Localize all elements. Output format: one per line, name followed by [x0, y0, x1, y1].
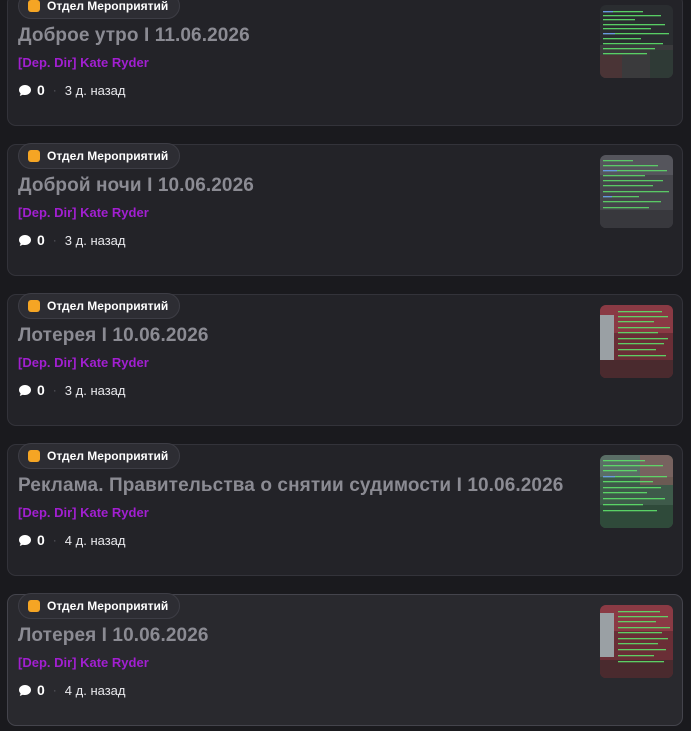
category-label: Отдел Мероприятий	[47, 299, 169, 313]
meta-separator: ·	[52, 383, 57, 397]
post-thumbnail[interactable]	[600, 305, 673, 378]
meta-separator: ·	[52, 683, 57, 697]
category-icon	[28, 150, 40, 162]
meta-separator: ·	[52, 233, 57, 247]
category-icon	[28, 600, 40, 612]
comment-bubble-icon	[19, 384, 31, 396]
post-thumbnail[interactable]	[600, 5, 673, 78]
post-title[interactable]: Лотерея I 10.06.2026	[18, 325, 209, 347]
post-title[interactable]: Доброе утро I 11.06.2026	[18, 25, 250, 47]
post-author[interactable]: [Dep. Dir] Kate Ryder	[18, 355, 149, 370]
category-icon	[28, 450, 40, 462]
post-meta: 0 · 3 д. назад	[18, 382, 126, 398]
post-card[interactable]: Отдел Мероприятий Доброй ночи I 10.06.20…	[7, 143, 683, 276]
category-tag[interactable]: Отдел Мероприятий	[18, 143, 181, 169]
comment-count: 0	[37, 532, 45, 548]
post-time: 3 д. назад	[64, 382, 126, 398]
post-title[interactable]: Доброй ночи I 10.06.2026	[18, 175, 254, 197]
category-tag[interactable]: Отдел Мероприятий	[18, 443, 181, 469]
post-author[interactable]: [Dep. Dir] Kate Ryder	[18, 205, 149, 220]
post-card[interactable]: Отдел Мероприятий Лотерея I 10.06.2026 […	[7, 293, 683, 426]
comment-bubble-icon	[19, 684, 31, 696]
category-label: Отдел Мероприятий	[47, 449, 169, 463]
comment-count: 0	[37, 382, 45, 398]
post-card[interactable]: Отдел Мероприятий Лотерея I 10.06.2026 […	[7, 593, 683, 726]
post-meta: 0 · 3 д. назад	[18, 232, 126, 248]
category-label: Отдел Мероприятий	[47, 149, 169, 163]
category-icon	[28, 300, 40, 312]
category-tag[interactable]: Отдел Мероприятий	[18, 0, 181, 19]
post-author[interactable]: [Dep. Dir] Kate Ryder	[18, 55, 149, 70]
post-meta: 0 · 4 д. назад	[18, 682, 126, 698]
meta-separator: ·	[52, 83, 57, 97]
category-label: Отдел Мероприятий	[47, 599, 169, 613]
comment-bubble-icon	[19, 534, 31, 546]
post-card[interactable]: Отдел Мероприятий Реклама. Правительства…	[7, 443, 683, 576]
post-author[interactable]: [Dep. Dir] Kate Ryder	[18, 655, 149, 670]
post-author[interactable]: [Dep. Dir] Kate Ryder	[18, 505, 149, 520]
post-time: 4 д. назад	[64, 532, 126, 548]
category-label: Отдел Мероприятий	[47, 0, 169, 13]
post-meta: 0 · 4 д. назад	[18, 532, 126, 548]
category-tag[interactable]: Отдел Мероприятий	[18, 593, 181, 619]
post-time: 3 д. назад	[64, 82, 126, 98]
post-meta: 0 · 3 д. назад	[18, 82, 126, 98]
comment-bubble-icon	[19, 84, 31, 96]
comment-count: 0	[37, 682, 45, 698]
meta-separator: ·	[52, 533, 57, 547]
comment-count: 0	[37, 232, 45, 248]
comment-bubble-icon	[19, 234, 31, 246]
posts-feed: Отдел Мероприятий Доброе утро I 11.06.20…	[0, 0, 691, 731]
post-title[interactable]: Реклама. Правительства о снятии судимост…	[18, 475, 563, 497]
post-thumbnail[interactable]	[600, 455, 673, 528]
post-title[interactable]: Лотерея I 10.06.2026	[18, 625, 209, 647]
post-thumbnail[interactable]	[600, 155, 673, 228]
post-time: 3 д. назад	[64, 232, 126, 248]
category-icon	[28, 0, 40, 12]
post-card[interactable]: Отдел Мероприятий Доброе утро I 11.06.20…	[7, 0, 683, 126]
comment-count: 0	[37, 82, 45, 98]
post-time: 4 д. назад	[64, 682, 126, 698]
post-thumbnail[interactable]	[600, 605, 673, 678]
category-tag[interactable]: Отдел Мероприятий	[18, 293, 181, 319]
